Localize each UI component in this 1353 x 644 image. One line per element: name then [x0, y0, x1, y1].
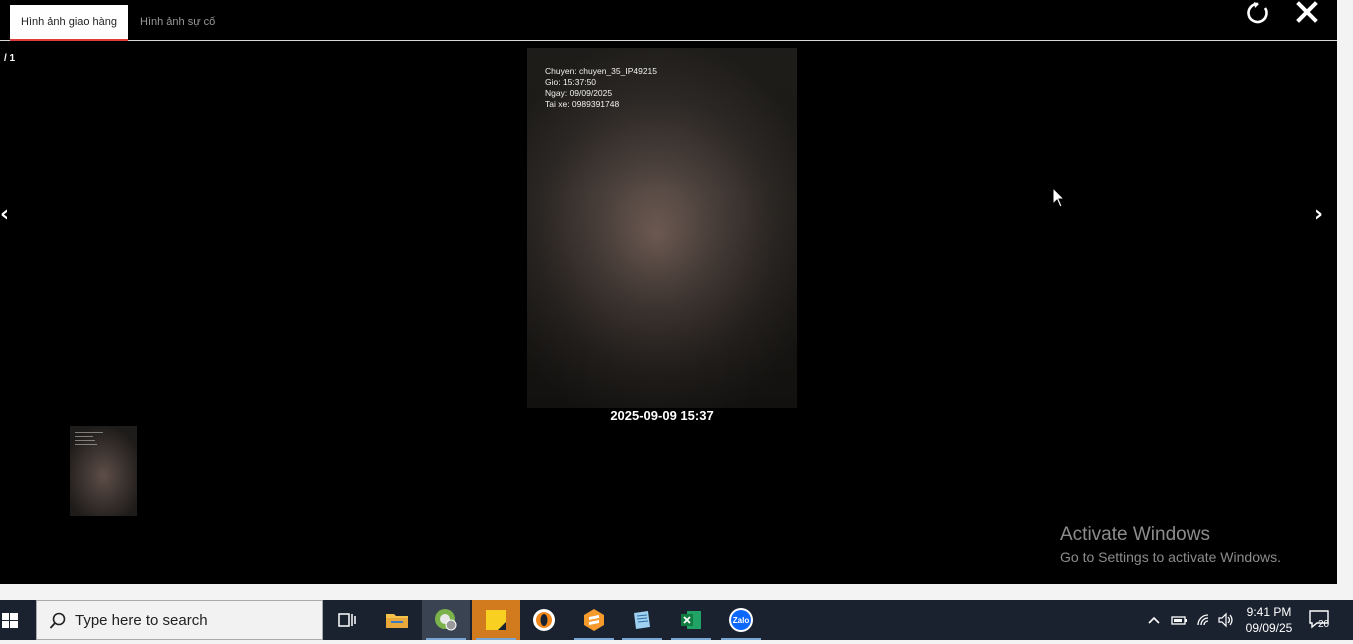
zalo-app-button[interactable]: Zalo [717, 600, 765, 640]
clock-date: 09/09/25 [1245, 621, 1293, 635]
thumb-stamp-line [75, 440, 95, 441]
refresh-button[interactable] [1245, 0, 1271, 26]
activate-windows-watermark: Activate Windows Go to Settings to activ… [1060, 524, 1281, 565]
excel-app-button[interactable] [667, 600, 715, 640]
search-icon [49, 612, 66, 629]
task-view-button[interactable] [323, 600, 371, 640]
file-explorer-button[interactable] [373, 600, 421, 640]
next-image-button[interactable]: › [1314, 202, 1323, 227]
notification-center-button[interactable]: 20 [1308, 608, 1338, 636]
chevron-up-icon[interactable] [1146, 612, 1162, 628]
mouse-cursor-icon [1052, 187, 1066, 208]
stamp-driver: Tai xe: 0989391748 [545, 99, 620, 109]
thumb-stamp-line [75, 432, 103, 433]
refresh-icon [1247, 2, 1268, 24]
browser-app-button[interactable] [422, 600, 470, 640]
volume-icon[interactable] [1217, 612, 1235, 628]
search-placeholder: Type here to search [75, 612, 208, 629]
tab-incident-images[interactable]: Hình ảnh sự cố [129, 5, 226, 41]
stamp-date: Ngay: 09/09/2025 [545, 88, 613, 98]
stamp-trip: Chuyen: chuyen_35_IP49215 [545, 66, 658, 76]
thumb-stamp-line [75, 444, 97, 445]
sticky-notes-icon [486, 610, 506, 630]
taskbar-search-box[interactable]: Type here to search [36, 600, 323, 640]
battery-icon[interactable] [1171, 612, 1189, 628]
task-view-icon [338, 613, 356, 627]
taskbar-clock[interactable]: 9:41 PM 09/09/25 [1238, 604, 1300, 636]
thumb-stamp-line [75, 436, 93, 437]
zalo-icon-label: Zalo [733, 616, 750, 625]
excel-icon [681, 611, 701, 629]
close-button[interactable] [1294, 0, 1320, 26]
tab-delivery-images[interactable]: Hình ảnh giao hàng [10, 5, 129, 41]
sticky-notes-button[interactable] [472, 600, 520, 640]
tab-bar: Hình ảnh giao hàng Hình ảnh sự cố [0, 0, 1337, 41]
watermark-subtitle: Go to Settings to activate Windows. [1060, 549, 1281, 565]
sublime-icon [584, 609, 604, 631]
main-photo[interactable]: Chuyen: chuyen_35_IP49215 Gio: 15:37:50 … [527, 48, 797, 408]
prev-image-button[interactable]: ‹ [0, 202, 9, 227]
notepad-app-button[interactable] [618, 600, 666, 640]
wifi-icon[interactable] [1195, 612, 1213, 628]
opera-app-button[interactable] [520, 600, 568, 640]
windows-logo-icon [2, 613, 18, 628]
folder-icon [386, 614, 408, 628]
image-viewer: Hình ảnh giao hàng Hình ảnh sự cố / 1 ‹ … [0, 0, 1337, 584]
watermark-title: Activate Windows [1060, 524, 1210, 545]
close-icon [1296, 1, 1318, 23]
photo-thumbnail[interactable] [70, 426, 137, 516]
notification-count: 20 [1318, 619, 1330, 630]
notepad-icon [634, 611, 650, 629]
clock-time: 9:41 PM [1246, 605, 1292, 619]
start-button[interactable] [0, 600, 36, 640]
photo-caption: 2025-09-09 15:37 [610, 408, 714, 423]
browser-app-icon [435, 609, 457, 631]
sublime-app-button[interactable] [570, 600, 618, 640]
windows-taskbar: Type here to search Zalo 9:41 PM 09/09/2… [0, 600, 1353, 640]
zalo-icon: Zalo [729, 608, 753, 632]
image-counter: / 1 [4, 53, 16, 64]
stamp-time: Gio: 15:37:50 [545, 77, 597, 87]
opera-icon [533, 609, 555, 631]
